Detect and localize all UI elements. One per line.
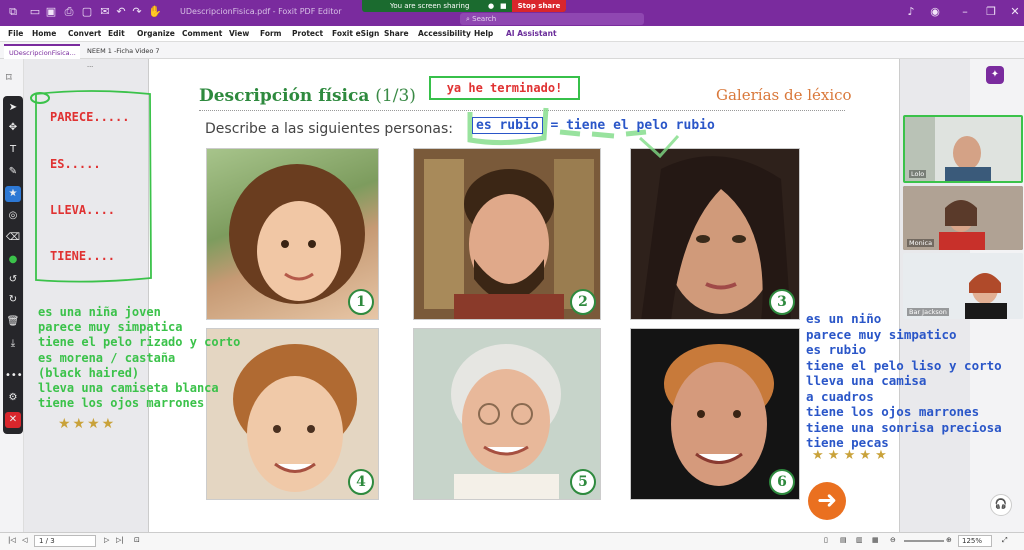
zoom-in-icon[interactable]: ⊕ xyxy=(946,536,952,544)
facing-view-icon[interactable]: ▥ xyxy=(856,536,863,544)
green-line: tiene los ojos marrones xyxy=(38,396,205,411)
blue-description: es un niño parece muy simpatico es rubio… xyxy=(806,311,1002,451)
continuous-view-icon[interactable]: ▤ xyxy=(840,536,847,544)
video-tile-monica[interactable]: Monica xyxy=(903,186,1023,250)
rubio-definition: = tiene el pelo rubio xyxy=(550,118,715,133)
blue-line: tiene los ojos marrones xyxy=(806,404,980,419)
blue-line: tiene el pelo liso y corto xyxy=(806,357,1002,373)
green-line: es una niña joven xyxy=(38,305,161,319)
green-line: parece muy simpatica xyxy=(38,320,183,335)
blue-line: tiene una sonrisa preciosa xyxy=(806,419,1002,435)
green-line: lleva una camiseta blanca xyxy=(38,381,219,396)
blue-line: a cuadros xyxy=(806,388,874,404)
video-tile-bar-jackson[interactable]: Bar Jackson xyxy=(903,253,1023,319)
first-page-icon[interactable]: |◁ xyxy=(8,536,16,544)
stars-right: ★ ★ ★ ★ ★ xyxy=(812,448,887,463)
zoom-value: 125% xyxy=(962,537,983,545)
prompt-tiene: TIENE.... xyxy=(50,249,116,263)
stars-left: ★★★★ xyxy=(58,416,117,432)
rubio-annotation: es rubio = tiene el pelo rubio xyxy=(472,117,715,134)
rubio-word: es rubio xyxy=(472,117,543,134)
green-description: es una niña joven parece muy simpatica t… xyxy=(38,305,240,411)
fit-page-icon[interactable]: ⊡ xyxy=(134,536,140,544)
green-line: tiene el pelo rizado y corto xyxy=(38,335,241,350)
single-page-view-icon[interactable]: ▯ xyxy=(824,536,828,544)
next-page-icon[interactable]: ▷ xyxy=(104,536,109,544)
participant-name: Monica xyxy=(907,239,935,247)
participant-name: Bar Jackson xyxy=(907,308,949,316)
fullscreen-icon[interactable]: ⤢ xyxy=(1002,536,1008,545)
prompt-parece: PARECE..... xyxy=(50,110,130,124)
video-tile-lolo[interactable]: Lolo xyxy=(903,115,1023,183)
blue-line: es rubio xyxy=(806,342,867,357)
status-bar: |◁ ◁ 1 / 3 ▷ ▷| ⊡ ▯ ▤ ▥ ▦ ⊖ ⊕ 125% ⤢ xyxy=(0,532,1024,550)
green-line: (black haired) xyxy=(38,365,140,380)
cover-view-icon[interactable]: ▦ xyxy=(872,536,879,544)
prompt-lleva: LLEVA.... xyxy=(50,203,116,217)
done-note: ya he terminado! xyxy=(429,76,580,100)
headset-icon[interactable]: 🎧 xyxy=(990,494,1012,516)
green-line: es morena / castaña xyxy=(38,350,176,365)
blue-line: parece muy simpatico xyxy=(806,326,957,342)
zoom-slider[interactable] xyxy=(904,540,944,542)
zoom-select[interactable]: 125% xyxy=(958,535,992,547)
prev-page-icon[interactable]: ◁ xyxy=(22,536,27,544)
zoom-out-icon[interactable]: ⊖ xyxy=(890,536,896,544)
prompt-es: ES..... xyxy=(50,157,101,171)
page-number-value: 1 / 3 xyxy=(39,537,55,545)
next-arrow-button[interactable]: ➜ xyxy=(808,482,846,520)
last-page-icon[interactable]: ▷| xyxy=(116,536,124,544)
blue-line: lleva una camisa xyxy=(806,373,927,388)
page-number-input[interactable]: 1 / 3 xyxy=(34,535,96,547)
participant-name: Lolo xyxy=(909,170,927,178)
